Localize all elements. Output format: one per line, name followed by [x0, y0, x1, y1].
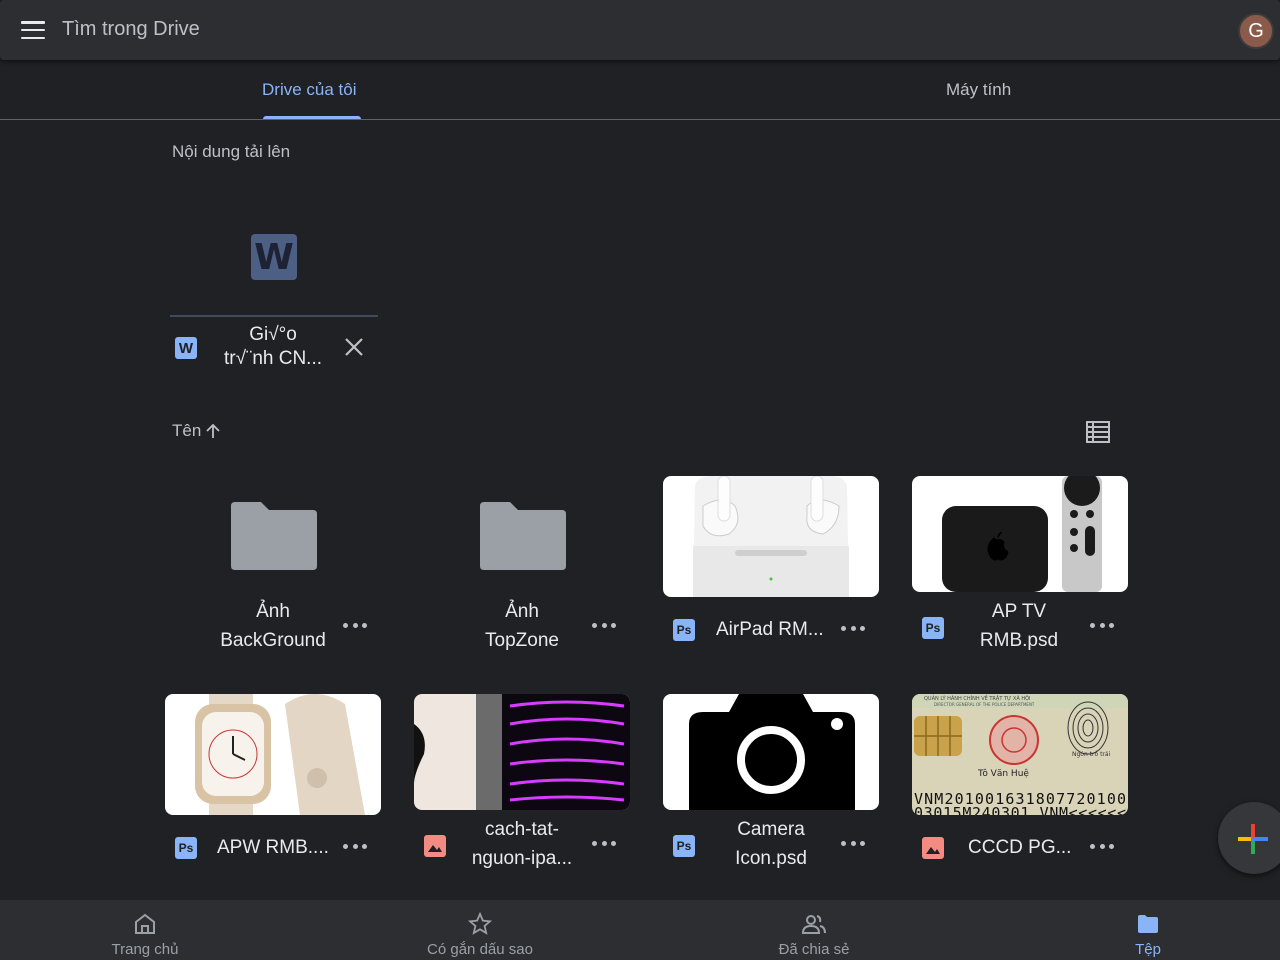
- photoshop-icon: Ps: [673, 619, 695, 641]
- more-options-icon[interactable]: [343, 623, 367, 631]
- uploads-title: Nội dung tải lên: [172, 142, 291, 161]
- image-file-icon: [424, 835, 446, 857]
- nav-shared[interactable]: Đã chia sẻ: [714, 900, 914, 960]
- thumbnail-airpods: [663, 476, 879, 597]
- nav-starred[interactable]: Có gắn dấu sao: [380, 900, 580, 960]
- thumbnail-camera-icon: [663, 694, 879, 810]
- id-card-signer: Tô Văn Huệ: [977, 768, 1029, 779]
- word-icon: W: [175, 337, 197, 359]
- photoshop-icon: Ps: [175, 837, 197, 859]
- image-file-icon: [922, 837, 944, 859]
- more-options-icon[interactable]: [841, 841, 865, 849]
- id-card-header: QUẢN LÝ HÀNH CHÍNH VỀ TRẬT TỰ XÃ HỘI: [924, 694, 1031, 702]
- more-options-icon[interactable]: [592, 841, 616, 849]
- more-options-icon[interactable]: [1090, 623, 1114, 631]
- thumbnail-apple-watch: [165, 694, 381, 815]
- more-options-icon[interactable]: [343, 844, 367, 852]
- new-button[interactable]: [1218, 802, 1280, 874]
- arrow-up-icon: [206, 423, 220, 438]
- list-view-icon[interactable]: [1086, 421, 1110, 443]
- grid-item[interactable]: Ảnh TopZone: [414, 476, 630, 666]
- tab-computers[interactable]: Máy tính: [946, 80, 1011, 100]
- grid-item[interactable]: Ps APW RMB....: [165, 694, 381, 884]
- close-icon[interactable]: [342, 335, 366, 359]
- avatar[interactable]: G: [1238, 13, 1274, 49]
- folder-icon: [480, 502, 566, 570]
- photoshop-icon: Ps: [922, 617, 944, 639]
- item-name: Camera Icon.psd: [735, 819, 807, 869]
- thumbnail-ipad: [414, 694, 630, 810]
- grid-item[interactable]: Ps Camera Icon.psd: [663, 694, 879, 884]
- item-name: Ảnh BackGround: [220, 601, 326, 651]
- more-options-icon[interactable]: [592, 623, 616, 631]
- tab-indicator: [263, 116, 361, 119]
- item-name: Ảnh TopZone: [485, 601, 559, 651]
- upload-progress-bar: [170, 315, 378, 317]
- grid-item[interactable]: cach-tat-nguon-ipa...: [414, 694, 630, 884]
- item-name: cach-tat-nguon-ipa...: [471, 819, 573, 869]
- more-options-icon[interactable]: [841, 626, 865, 634]
- photoshop-icon: Ps: [673, 835, 695, 857]
- plus-icon: [1238, 824, 1268, 854]
- bottom-navigation: Trang chủ Có gắn dấu sao Đã chia sẻ Tệp: [0, 900, 1280, 960]
- thumbnail-id-card: QUẢN LÝ HÀNH CHÍNH VỀ TRẬT TỰ XÃ HỘI DIR…: [912, 694, 1128, 815]
- menu-icon[interactable]: [20, 18, 46, 42]
- item-name: AirPad RM...: [716, 619, 824, 640]
- tab-my-drive[interactable]: Drive của tôi: [262, 80, 356, 100]
- item-name: CCCD PG...: [968, 837, 1072, 858]
- star-icon: [468, 912, 492, 935]
- word-icon: W: [251, 234, 297, 280]
- sort-by-name[interactable]: Tên: [172, 421, 222, 441]
- upload-card[interactable]: W W Gi√°o tr√¨nh CN...: [170, 200, 378, 400]
- grid-item[interactable]: Ảnh BackGround: [165, 476, 381, 666]
- grid-item[interactable]: Ps AirPad RM...: [663, 476, 879, 666]
- folder-icon: [231, 502, 317, 570]
- people-icon: [802, 915, 826, 934]
- home-icon: [135, 913, 155, 934]
- grid-item[interactable]: Ps AP TV RMB.psd: [912, 476, 1128, 666]
- upload-file-name: Gi√°o tr√¨nh CN...: [223, 324, 323, 369]
- item-name: APW RMB....: [217, 837, 329, 858]
- item-name: AP TV RMB.psd: [979, 601, 1059, 651]
- search-bar[interactable]: Tìm trong Drive G: [0, 0, 1280, 60]
- folder-icon: [1138, 915, 1158, 933]
- more-options-icon[interactable]: [1090, 844, 1114, 852]
- nav-files[interactable]: Tệp: [1048, 900, 1248, 960]
- nav-home[interactable]: Trang chủ: [45, 900, 245, 960]
- tab-bar: Drive của tôi Máy tính: [0, 62, 1280, 120]
- search-input[interactable]: Tìm trong Drive: [62, 18, 200, 41]
- thumbnail-apple-tv: [912, 476, 1128, 592]
- grid-item[interactable]: QUẢN LÝ HÀNH CHÍNH VỀ TRẬT TỰ XÃ HỘI DIR…: [912, 694, 1128, 884]
- id-card-subheader: DIRECTOR GENERAL OF THE POLICE DEPARTMEN…: [934, 702, 1035, 707]
- id-card-finger-label: Ngón trỏ trái: [1072, 751, 1111, 758]
- id-card-mrz-line2: 03015M240301 VNM<<<<<<: [914, 804, 1126, 815]
